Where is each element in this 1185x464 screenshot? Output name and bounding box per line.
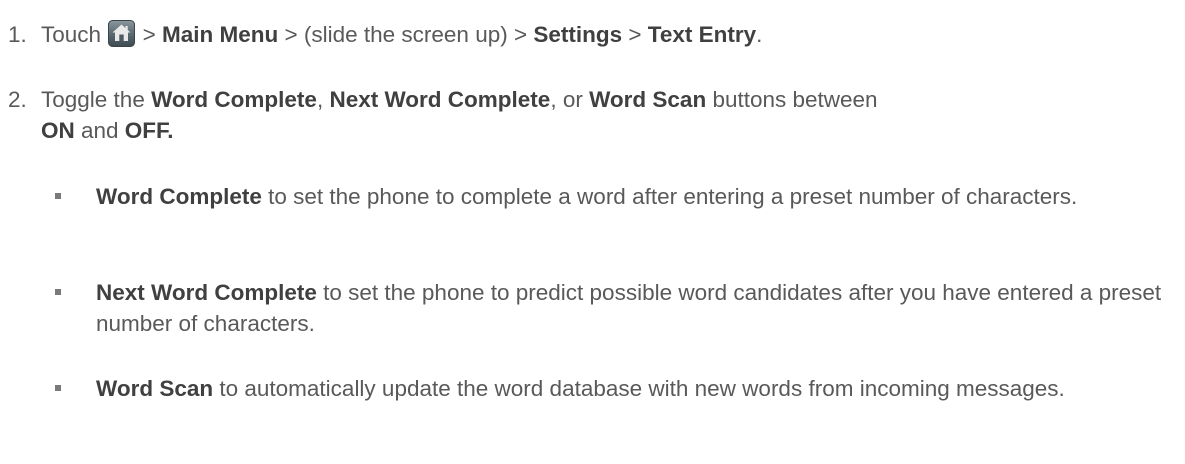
word-scan-label: Word Scan: [589, 87, 707, 112]
step-number: 2.: [8, 87, 27, 112]
step-text-segment: Toggle the: [41, 87, 152, 112]
step-1: 1. Touch > Main Menu > (slide the screen…: [8, 19, 1178, 50]
home-icon: [108, 20, 136, 47]
step-text: Toggle the Word Complete, Next Word Comp…: [41, 84, 1178, 146]
step-text-segment: buttons between: [706, 87, 878, 112]
bullet-word-complete: Word Complete to set the phone to comple…: [55, 181, 1175, 212]
bullet-next-word-complete: Next Word Complete to set the phone to p…: [55, 277, 1175, 339]
step-text: Touch > Main Menu > (slide the screen up…: [41, 19, 1178, 50]
settings-label: Settings: [533, 22, 623, 47]
bullet-term: Next Word Complete: [96, 280, 317, 305]
separator: >: [622, 22, 648, 47]
step-text-segment: ,: [316, 87, 330, 112]
bullet-marker: [55, 193, 61, 199]
step-2: 2. Toggle the Word Complete, Next Word C…: [8, 84, 1178, 146]
bullet-text: Next Word Complete to set the phone to p…: [96, 277, 1175, 339]
step-text-segment: > (slide the screen up) >: [278, 22, 534, 47]
bullet-text: Word Complete to set the phone to comple…: [96, 181, 1175, 212]
word-complete-label: Word Complete: [151, 87, 317, 112]
step-number: 1.: [8, 22, 27, 47]
step-text-segment: , or: [550, 87, 590, 112]
bullet-marker: [55, 385, 61, 391]
on-label: ON: [41, 118, 75, 143]
main-menu-label: Main Menu: [161, 22, 279, 47]
next-word-complete-label: Next Word Complete: [329, 87, 551, 112]
text-entry-label: Text Entry: [647, 22, 757, 47]
bullet-marker: [55, 289, 61, 295]
bullet-text: Word Scan to automatically update the wo…: [96, 373, 1175, 404]
bullet-term: Word Scan: [96, 376, 214, 401]
separator: >: [136, 22, 162, 47]
step-text-segment: and: [74, 118, 125, 143]
bullet-description: to automatically update the word databas…: [213, 376, 1065, 401]
period: .: [756, 22, 763, 47]
bullet-term: Word Complete: [96, 184, 262, 209]
bullet-description: to set the phone to complete a word afte…: [261, 184, 1078, 209]
text-touch: Touch: [41, 22, 102, 47]
bullet-word-scan: Word Scan to automatically update the wo…: [55, 373, 1175, 404]
off-label: OFF.: [124, 118, 174, 143]
